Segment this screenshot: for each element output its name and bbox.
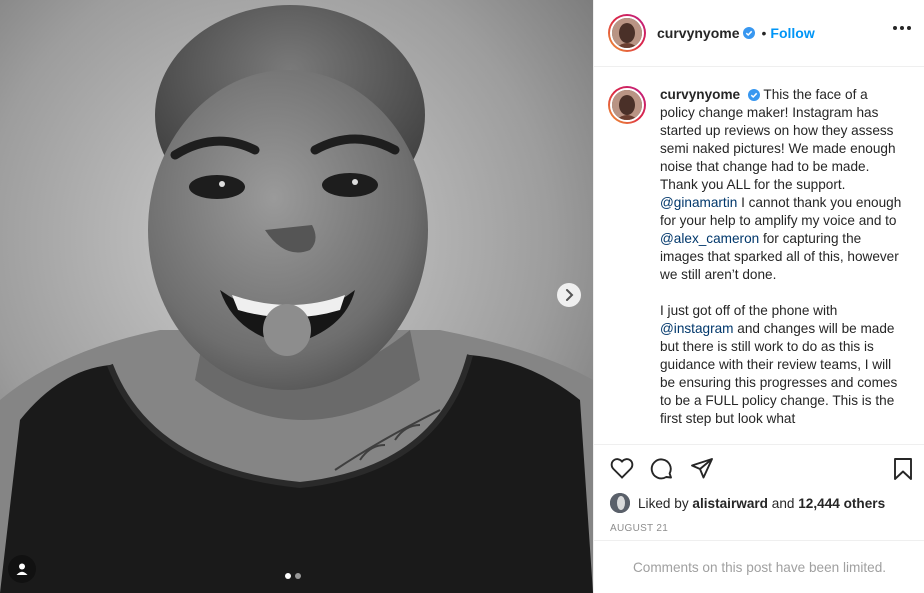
mention-link[interactable]: @instagram — [660, 321, 734, 336]
post-media[interactable] — [0, 0, 593, 593]
carousel-dot — [285, 573, 291, 579]
header-separator: • — [761, 25, 767, 41]
paper-plane-icon[interactable] — [690, 457, 714, 484]
comment-icon[interactable] — [650, 457, 674, 484]
mention-link[interactable]: @alex_cameron — [660, 231, 759, 246]
post-photo — [0, 0, 593, 593]
likes-summary[interactable]: Liked by alistairward and 12,444 others — [610, 493, 885, 513]
avatar-image — [612, 18, 642, 48]
caption-text: I just got off of the phone with — [660, 303, 838, 318]
avatar-image — [612, 90, 642, 120]
post-actions: Liked by alistairward and 12,444 others … — [594, 444, 924, 540]
bookmark-icon[interactable] — [891, 457, 915, 484]
carousel-indicator — [285, 573, 301, 579]
post-date[interactable]: AUGUST 21 — [610, 523, 668, 534]
verified-badge-icon — [747, 89, 760, 101]
carousel-next-button[interactable] — [557, 283, 581, 307]
heart-icon[interactable] — [610, 457, 634, 484]
comments-limited-notice: Comments on this post have been limited. — [594, 540, 924, 593]
mention-link[interactable]: @ginamartin — [660, 195, 737, 210]
more-options-icon[interactable] — [893, 26, 911, 30]
follow-button[interactable]: Follow — [770, 25, 814, 41]
caption-username-link[interactable]: curvynyome — [660, 87, 740, 102]
likes-prefix: Liked by — [638, 495, 689, 511]
user-tag-icon — [16, 563, 28, 575]
chevron-right-icon — [566, 289, 574, 301]
caption-text: This the face of a policy change maker! … — [660, 87, 896, 192]
likes-conjunction: and — [771, 495, 795, 511]
author-avatar[interactable] — [608, 14, 646, 52]
liker-username-link[interactable]: alistairward — [692, 496, 768, 511]
post-caption: curvynyome This the face of a policy cha… — [660, 86, 906, 444]
liker-avatar — [610, 493, 630, 513]
carousel-dot — [295, 573, 301, 579]
comments-list[interactable]: curvynyome This the face of a policy cha… — [594, 68, 924, 444]
tagged-users-button[interactable] — [8, 555, 36, 583]
post-modal: curvynyome • Follow curvynyome This the … — [0, 0, 924, 593]
author-username-link[interactable]: curvynyome — [657, 25, 739, 41]
verified-badge-icon — [743, 27, 756, 39]
caption-author-avatar[interactable] — [608, 86, 646, 124]
likes-count-link[interactable]: 12,444 others — [798, 496, 885, 511]
post-header: curvynyome • Follow — [594, 0, 924, 67]
post-side-panel: curvynyome • Follow curvynyome This the … — [593, 0, 924, 593]
